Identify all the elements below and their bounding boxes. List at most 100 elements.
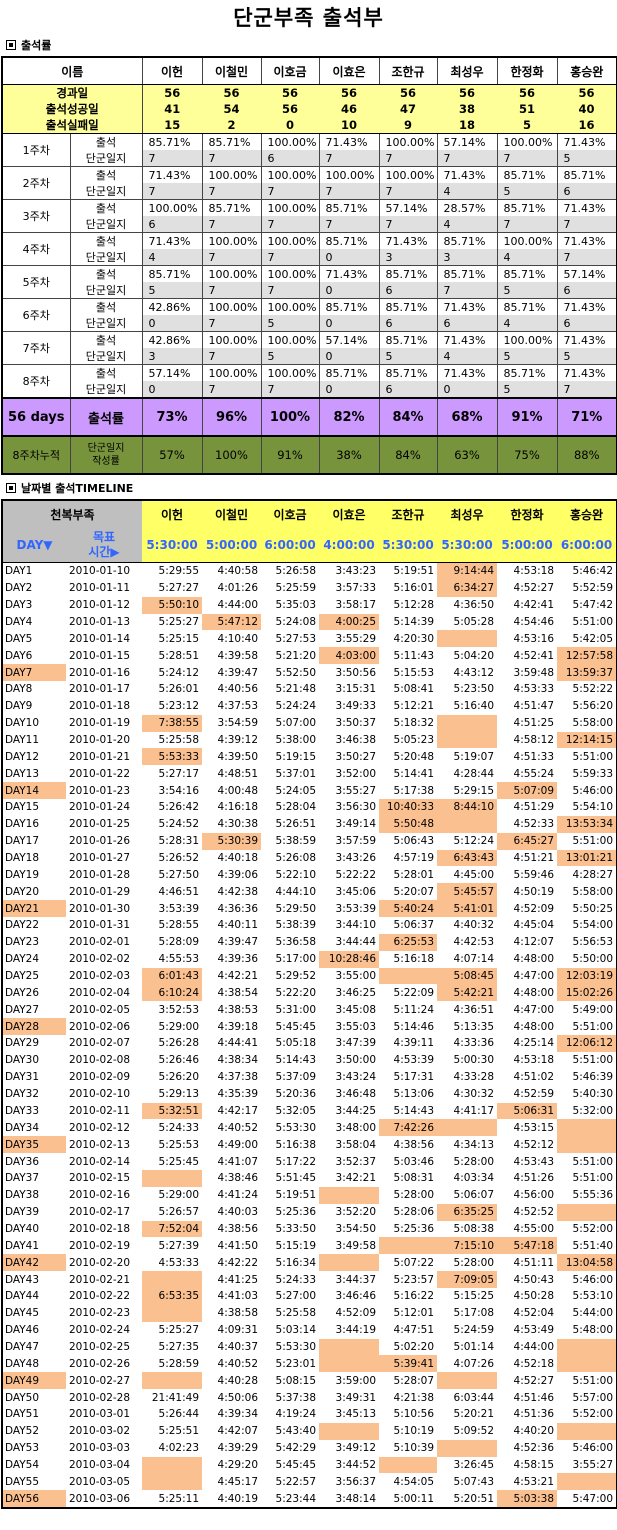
time-cell: 4:52:12 — [513, 1138, 555, 1151]
page-title: 단군부족 출석부 — [233, 6, 384, 30]
time-cell — [319, 1186, 380, 1204]
time-cell — [379, 1456, 438, 1474]
day-label: DAY54 — [5, 1458, 40, 1471]
summary-value: 46 — [319, 101, 379, 117]
journal-label: 단군일지 — [69, 348, 142, 365]
time-cell: 5:38:39 — [275, 919, 317, 932]
page: 단군부족 출석부 출석률 이름 이헌 이철민 이호금 이효은 조한규 최성우 한정화 홍승완 경과… — [0, 0, 617, 1510]
timeline-row: DAY18 2010-01-27 5:26:52 4:40:18 5:26:08 3:43… — [2, 849, 617, 867]
time-cell — [437, 714, 498, 732]
time-cell — [319, 1254, 380, 1272]
journal-count: 7 — [260, 381, 319, 399]
timeline-row: DAY34 2010-02-12 5:24:33 4:40:52 5:53:30 3:48… — [2, 1119, 617, 1137]
day-label: DAY53 — [5, 1442, 40, 1455]
timeline-row: DAY14 2010-01-23 3:54:16 4:00:48 5:24:05 3:55… — [2, 782, 617, 800]
time-cell: 4:36:51 — [453, 1003, 495, 1016]
journal-count: 7 — [141, 150, 202, 167]
time-cell: 3:58:04 — [335, 1138, 377, 1151]
time-cell: 5:25:36 — [393, 1222, 435, 1235]
time-cell: 5:44:00 — [572, 1307, 614, 1320]
time-cell: 5:51:00 — [572, 1020, 614, 1033]
journal-label: 단군일지 — [69, 183, 142, 200]
cumulative-sublabel: 단군일지 작성률 — [69, 436, 142, 474]
time-cell: 5:17:00 — [275, 953, 317, 966]
time-cell: 5:20:36 — [275, 1088, 317, 1101]
date-cell: 2010-02-20 — [69, 1256, 131, 1269]
time-cell: 5:24:08 — [275, 616, 317, 628]
time-cell: 4:09:31 — [217, 1324, 259, 1337]
day-label: DAY17 — [5, 835, 40, 848]
time-cell: 5:14:43 — [275, 1054, 317, 1067]
time-cell: 5:46:00 — [572, 1273, 614, 1286]
date-cell: 2010-02-26 — [69, 1357, 131, 1370]
journal-count: 6 — [378, 282, 437, 299]
attend-rate: 71.43% — [556, 364, 617, 381]
time-cell: 5:45:57 — [437, 883, 498, 901]
time-cell: 3:46:38 — [335, 734, 377, 747]
summary-value: 5 — [497, 117, 557, 134]
timeline-row: DAY48 2010-02-26 5:28:59 4:40:52 5:23:01 5:39… — [2, 1355, 617, 1373]
time-cell: 3:52:37 — [335, 1155, 377, 1168]
time-cell: 5:46:00 — [572, 1442, 614, 1455]
time-cell: 5:25:27 — [158, 1324, 200, 1337]
time-cell: 5:25:15 — [158, 632, 200, 645]
journal-count: 7 — [318, 216, 379, 233]
cumulative-value: 91% — [260, 436, 319, 474]
time-cell: 5:35:03 — [275, 599, 317, 612]
time-cell: 3:52:00 — [335, 767, 377, 780]
date-cell: 2010-03-06 — [69, 1492, 131, 1505]
time-cell: 5:32:00 — [572, 1104, 614, 1117]
time-cell: 4:20:30 — [393, 632, 435, 645]
time-cell: 5:47:42 — [572, 599, 614, 612]
time-cell: 5:29:15 — [453, 784, 495, 797]
time-cell: 6:25:53 — [379, 933, 438, 951]
time-cell: 5:15:19 — [275, 1239, 317, 1252]
time-cell: 6:53:35 — [142, 1287, 203, 1305]
time-cell: 5:52:59 — [572, 582, 614, 595]
attend-rate: 85.71% — [378, 364, 437, 381]
attend-rate: 100.00% — [201, 331, 261, 348]
date-cell: 2010-01-25 — [69, 818, 131, 831]
time-cell: 5:24:33 — [275, 1273, 317, 1286]
goal-time: 6:00:00 — [261, 528, 320, 563]
journal-count: 7 — [436, 282, 497, 299]
time-cell: 13:04:58 — [557, 1254, 617, 1272]
time-cell: 15:02:26 — [557, 984, 617, 1002]
journal-label: 단군일지 — [69, 150, 142, 167]
time-cell: 5:52:00 — [572, 1408, 614, 1421]
time-cell: 3:44:19 — [335, 1324, 377, 1337]
time-cell: 4:58:12 — [513, 734, 555, 747]
time-cell: 5:26:58 — [275, 565, 317, 578]
time-cell — [319, 1338, 380, 1356]
journal-label: 단군일지 — [69, 282, 142, 299]
time-cell: 5:27:39 — [158, 1239, 200, 1252]
time-cell: 12:14:15 — [557, 731, 617, 749]
time-cell: 4:03:00 — [319, 647, 380, 665]
time-cell: 5:20:07 — [393, 885, 435, 898]
journal-count: 5 — [260, 348, 319, 365]
date-cell: 2010-03-01 — [69, 1408, 131, 1421]
time-cell: 5:03:46 — [393, 1155, 435, 1168]
day-label: DAY37 — [5, 1172, 40, 1185]
day-label: DAY15 — [5, 801, 40, 814]
time-cell: 5:19:51 — [393, 565, 435, 578]
week-attend-row: 2주차 출석 71.43% 100.00% 100.00% 100.00% 100.00% 7… — [1, 166, 617, 200]
time-cell: 5:12:01 — [393, 1307, 435, 1320]
time-cell: 4:52:09 — [335, 1307, 377, 1320]
timeline-row: DAY7 2010-01-16 5:24:12 4:39:47 5:52:50 3:50:… — [2, 664, 617, 682]
time-cell: 4:51:26 — [513, 1172, 555, 1185]
time-cell: 5:16:34 — [275, 1256, 317, 1269]
date-cell: 2010-02-23 — [69, 1307, 131, 1320]
journal-label: 단군일지 — [69, 216, 142, 233]
timeline-row: DAY22 2010-01-31 5:28:55 4:40:11 5:38:39 3:44… — [2, 917, 617, 934]
timeline-row: DAY40 2010-02-18 7:52:04 4:38:56 5:33:50 3:54… — [2, 1220, 617, 1238]
time-cell: 4:40:11 — [217, 919, 259, 932]
time-cell: 4:07:26 — [453, 1357, 495, 1370]
time-cell: 4:38:56 — [217, 1222, 259, 1235]
attend-rate: 100.00% — [260, 298, 319, 315]
date-cell: 2010-01-22 — [69, 767, 131, 780]
timeline-row: DAY27 2010-02-05 3:52:53 4:38:53 5:31:00 3:45… — [2, 1001, 617, 1018]
timeline-row: DAY20 2010-01-29 4:46:51 4:42:38 4:44:10 3:45… — [2, 883, 617, 901]
attend-rate: 42.86% — [141, 331, 202, 348]
time-cell: 3:49:31 — [335, 1391, 377, 1404]
